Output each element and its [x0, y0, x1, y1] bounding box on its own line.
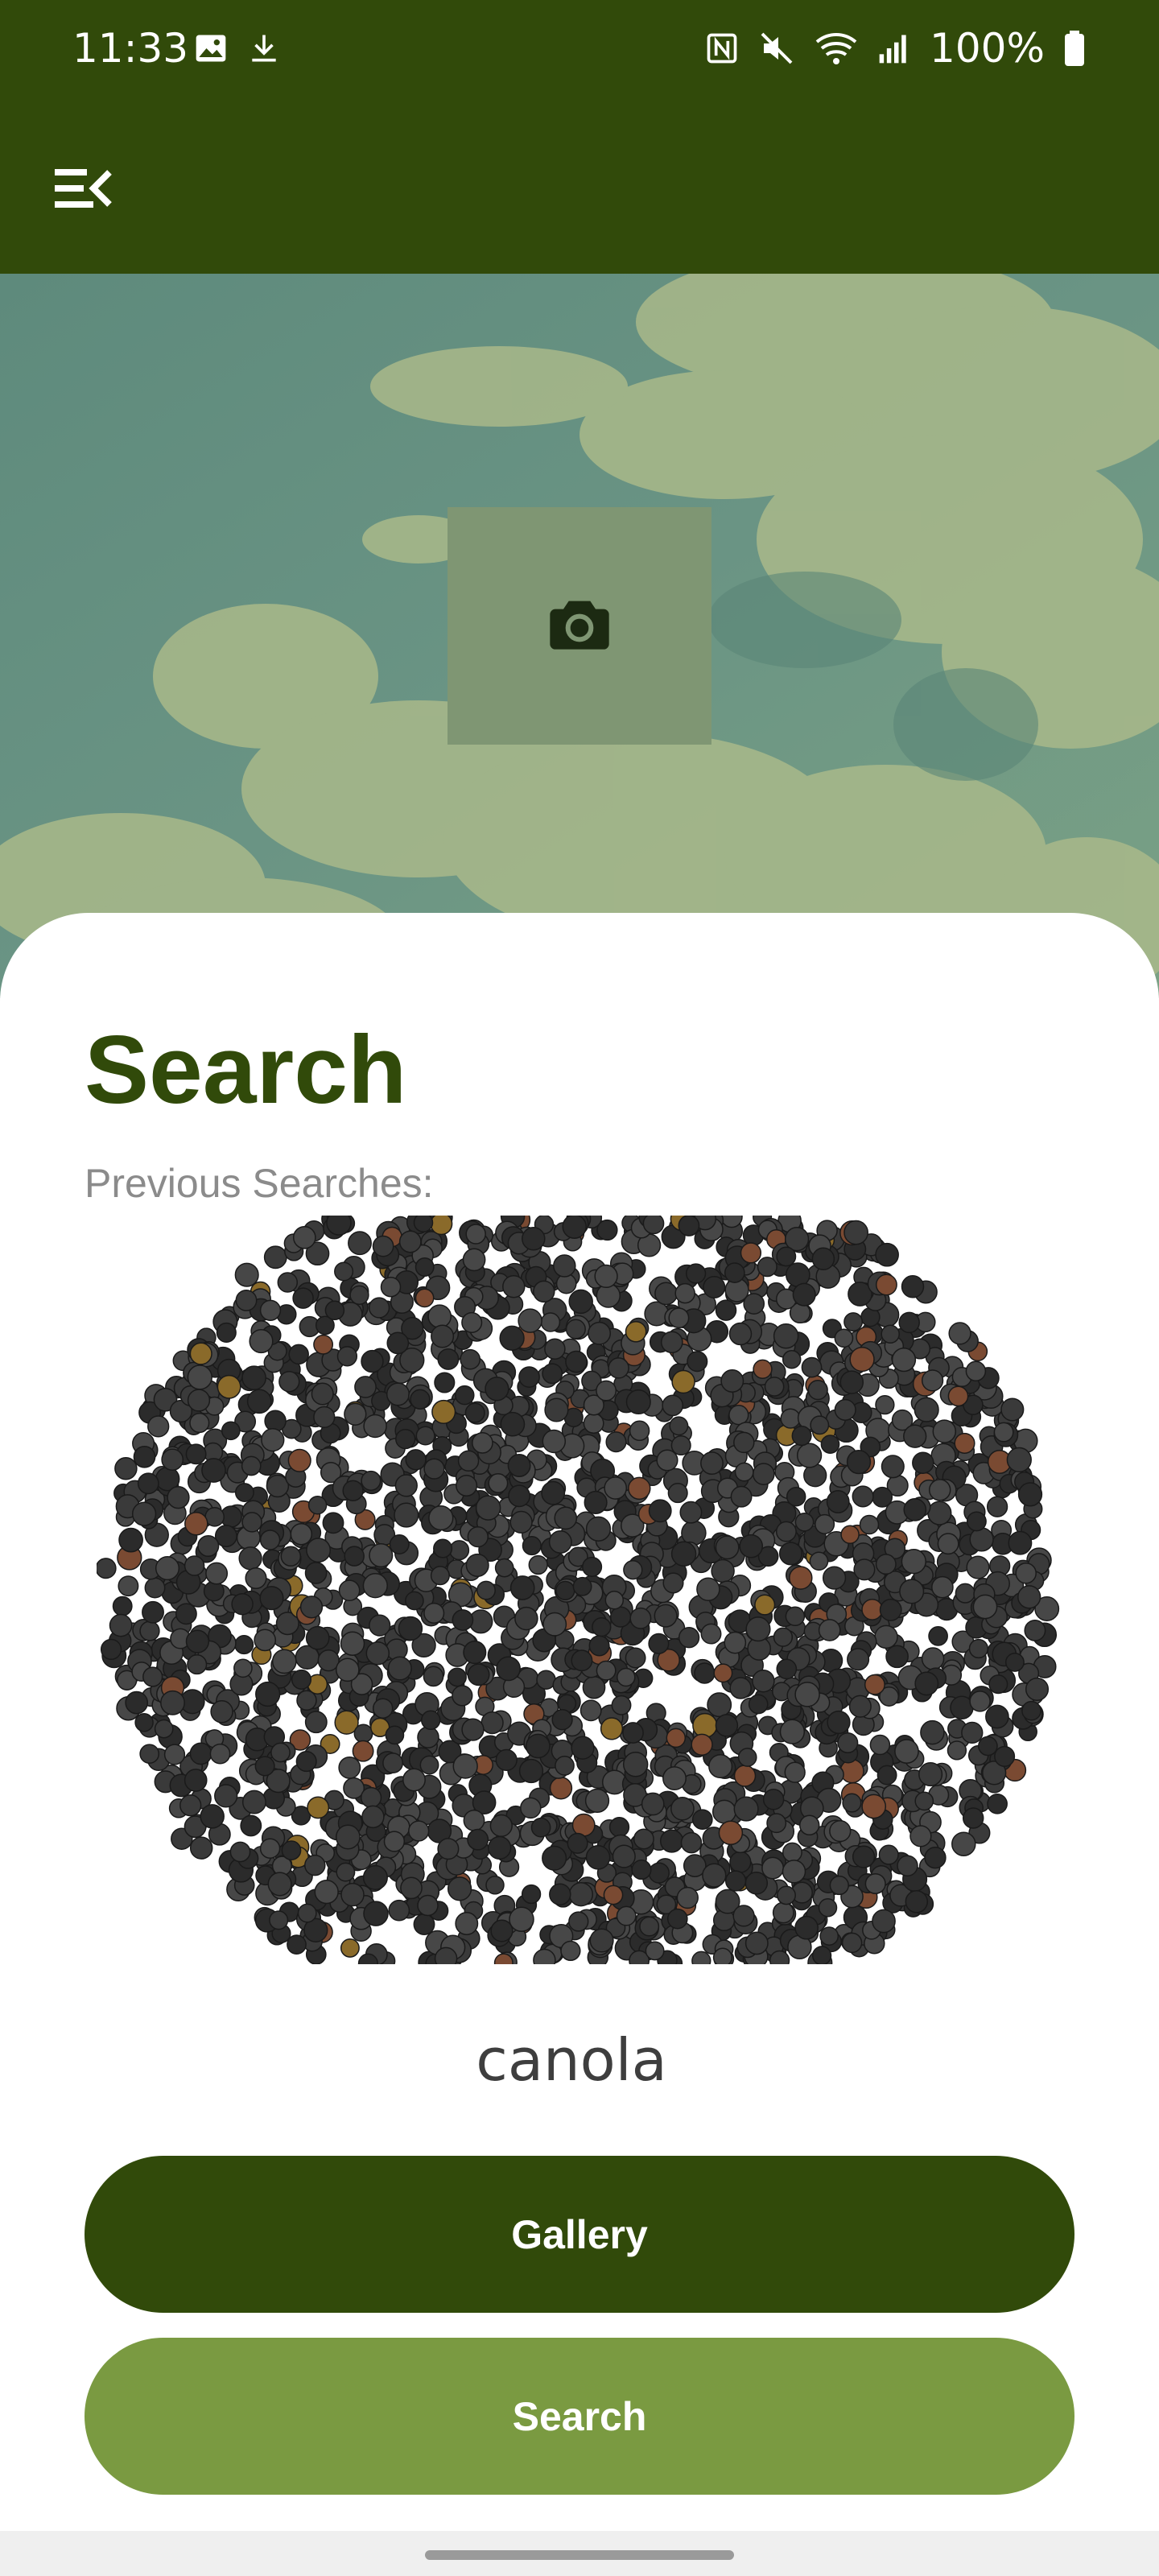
menu-button[interactable] — [43, 150, 124, 230]
status-left-icons — [193, 31, 282, 66]
previous-search-label: canola — [476, 2026, 667, 2094]
search-button[interactable]: Search — [85, 2338, 1074, 2495]
hero-banner — [0, 274, 1159, 998]
camera-button[interactable] — [448, 507, 711, 745]
search-sheet: Search Previous Searches: canola Gallery… — [0, 913, 1159, 2531]
camera-icon — [547, 596, 612, 656]
gallery-button[interactable]: Gallery — [85, 2156, 1074, 2313]
battery-icon — [1062, 29, 1087, 68]
canola-seeds-image — [97, 1216, 1060, 1964]
nfc-icon — [704, 31, 740, 66]
status-bar: 11:33 100% — [0, 0, 1159, 101]
previous-search-image[interactable] — [97, 1216, 1074, 1964]
app-screen: 11:33 100% Search Previous Searches: can… — [0, 0, 1159, 2576]
download-icon — [246, 31, 282, 66]
status-right: 100% — [704, 24, 1087, 72]
previous-searches-label: Previous Searches: — [85, 1161, 434, 1206]
navigation-bar — [0, 2531, 1159, 2576]
page-title: Search — [85, 1016, 407, 1124]
status-time: 11:33 — [72, 25, 189, 72]
home-gesture-handle[interactable] — [425, 2550, 734, 2560]
signal-icon — [876, 31, 912, 66]
battery-percent: 100% — [930, 25, 1045, 72]
image-icon — [193, 31, 229, 66]
mute-icon — [757, 29, 796, 68]
app-bar — [0, 101, 1159, 274]
wifi-icon — [814, 29, 859, 68]
menu-collapse-icon — [55, 166, 113, 215]
